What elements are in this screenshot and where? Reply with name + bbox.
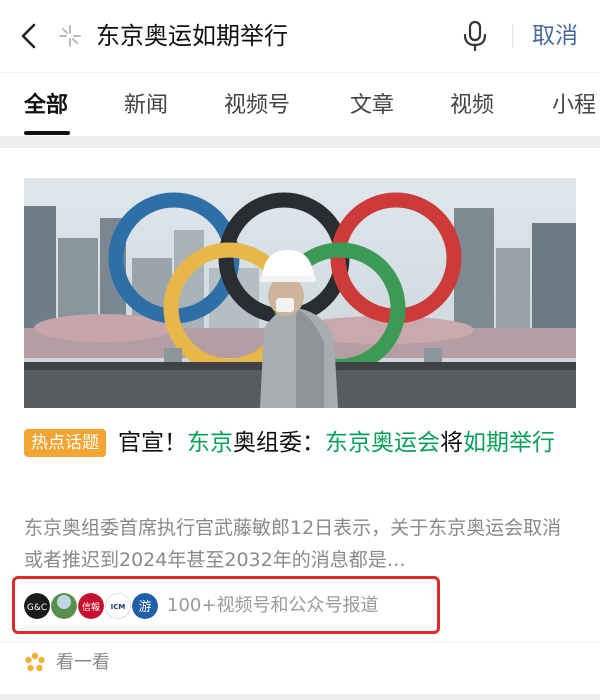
title-highlight: 东京奥运会 bbox=[325, 430, 440, 456]
microphone-icon[interactable] bbox=[462, 20, 488, 52]
tab-news[interactable]: 新闻 bbox=[124, 91, 168, 121]
title-part: 奥组委： bbox=[233, 430, 325, 456]
avatar-text: 游 bbox=[138, 600, 151, 615]
see-more-link[interactable]: 看一看 bbox=[56, 650, 110, 676]
avatar-text: ICM bbox=[111, 603, 126, 611]
tab-channels[interactable]: 视频号 bbox=[224, 91, 290, 121]
avatar bbox=[51, 593, 77, 619]
avatar: G&C bbox=[24, 593, 50, 619]
tab-all[interactable]: 全部 bbox=[24, 91, 68, 121]
title-highlight: 如期举行 bbox=[463, 430, 555, 456]
card-divider bbox=[0, 642, 600, 643]
category-tabs: 全部 新闻 视频号 文章 视频 小程 bbox=[0, 72, 600, 136]
result-image[interactable] bbox=[24, 178, 576, 408]
avatar-text: 信報 bbox=[82, 601, 100, 613]
tab-mini-programs[interactable]: 小程 bbox=[552, 91, 596, 121]
title-part: 将 bbox=[440, 430, 463, 456]
avatar-text: G&C bbox=[27, 603, 47, 613]
search-bar: 东京奥运如期举行 取消 bbox=[0, 0, 600, 72]
back-icon[interactable] bbox=[18, 22, 42, 50]
active-tab-indicator bbox=[24, 131, 70, 135]
result-card[interactable]: 热点话题 官宣！东京奥组委：东京奥运会将如期举行 东京奥组委首席执行官武藤敏郎12… bbox=[0, 148, 600, 694]
avatar: 信報 bbox=[78, 593, 104, 619]
result-title[interactable]: 热点话题 官宣！东京奥组委：东京奥运会将如期举行 bbox=[24, 426, 576, 460]
hot-topic-badge: 热点话题 bbox=[24, 429, 106, 457]
search-input[interactable]: 东京奥运如期举行 bbox=[96, 20, 288, 52]
search-divider bbox=[512, 24, 513, 48]
tab-articles[interactable]: 文章 bbox=[350, 91, 394, 121]
title-part: 官宣！ bbox=[118, 430, 187, 456]
title-highlight: 东京 bbox=[187, 430, 233, 456]
cancel-button[interactable]: 取消 bbox=[532, 20, 578, 52]
look-icon bbox=[25, 652, 45, 672]
avatar: 游 bbox=[132, 593, 158, 619]
tab-videos[interactable]: 视频 bbox=[450, 91, 494, 121]
avatar: ICM bbox=[105, 593, 131, 619]
sparkle-icon bbox=[59, 25, 81, 47]
result-snippet: 东京奥组委首席执行官武藤敏郎12日表示，关于东京奥运会取消或者推迟到2024年甚… bbox=[24, 517, 562, 571]
sources-count-label[interactable]: 100+视频号和公众号报道 bbox=[167, 593, 378, 619]
